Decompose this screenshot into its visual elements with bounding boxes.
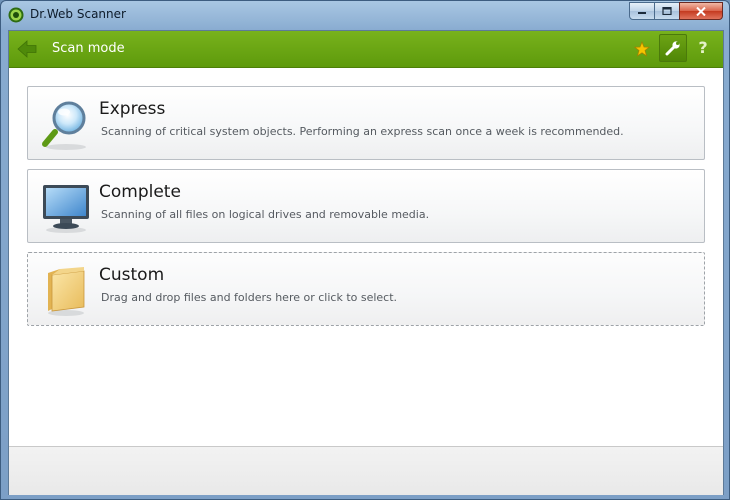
main-content: Scan mode ? Express Scanning of critical… (8, 30, 724, 495)
custom-title: Custom (99, 265, 165, 285)
complete-title: Complete (99, 182, 181, 202)
express-title: Express (99, 99, 166, 119)
close-icon (696, 6, 706, 16)
minimize-button[interactable] (629, 2, 655, 20)
title-bar[interactable]: Dr.Web Scanner (1, 1, 729, 29)
complete-description: Scanning of all files on logical drives … (101, 208, 430, 221)
header-bar: Scan mode ? (9, 31, 723, 68)
wrench-icon (665, 41, 680, 56)
favorites-button[interactable] (632, 39, 652, 59)
complete-scan-card[interactable]: Complete Scanning of all files on logica… (27, 169, 705, 243)
folder-icon (48, 267, 85, 316)
page-title: Scan mode (52, 41, 125, 56)
magnifier-icon (42, 101, 86, 150)
close-button[interactable] (679, 2, 723, 20)
star-icon (634, 41, 650, 57)
custom-scan-card[interactable]: Custom Drag and drop files and folders h… (27, 252, 705, 326)
monitor-icon (43, 185, 89, 233)
express-description: Scanning of critical system objects. Per… (101, 125, 624, 138)
custom-description: Drag and drop files and folders here or … (101, 291, 398, 304)
app-window: Dr.Web Scanner Scan mode ? Express Scann… (0, 0, 730, 500)
window-title: Dr.Web Scanner (30, 7, 126, 21)
express-scan-card[interactable]: Express Scanning of critical system obje… (27, 86, 705, 160)
maximize-button[interactable] (654, 2, 680, 20)
back-arrow-icon[interactable] (17, 40, 37, 58)
minimize-icon (638, 12, 646, 14)
settings-button[interactable] (659, 34, 687, 62)
drweb-spider-icon (8, 7, 24, 23)
help-button[interactable]: ? (693, 38, 713, 60)
maximize-icon (662, 7, 672, 15)
status-footer (9, 446, 723, 495)
window-controls (629, 2, 723, 20)
